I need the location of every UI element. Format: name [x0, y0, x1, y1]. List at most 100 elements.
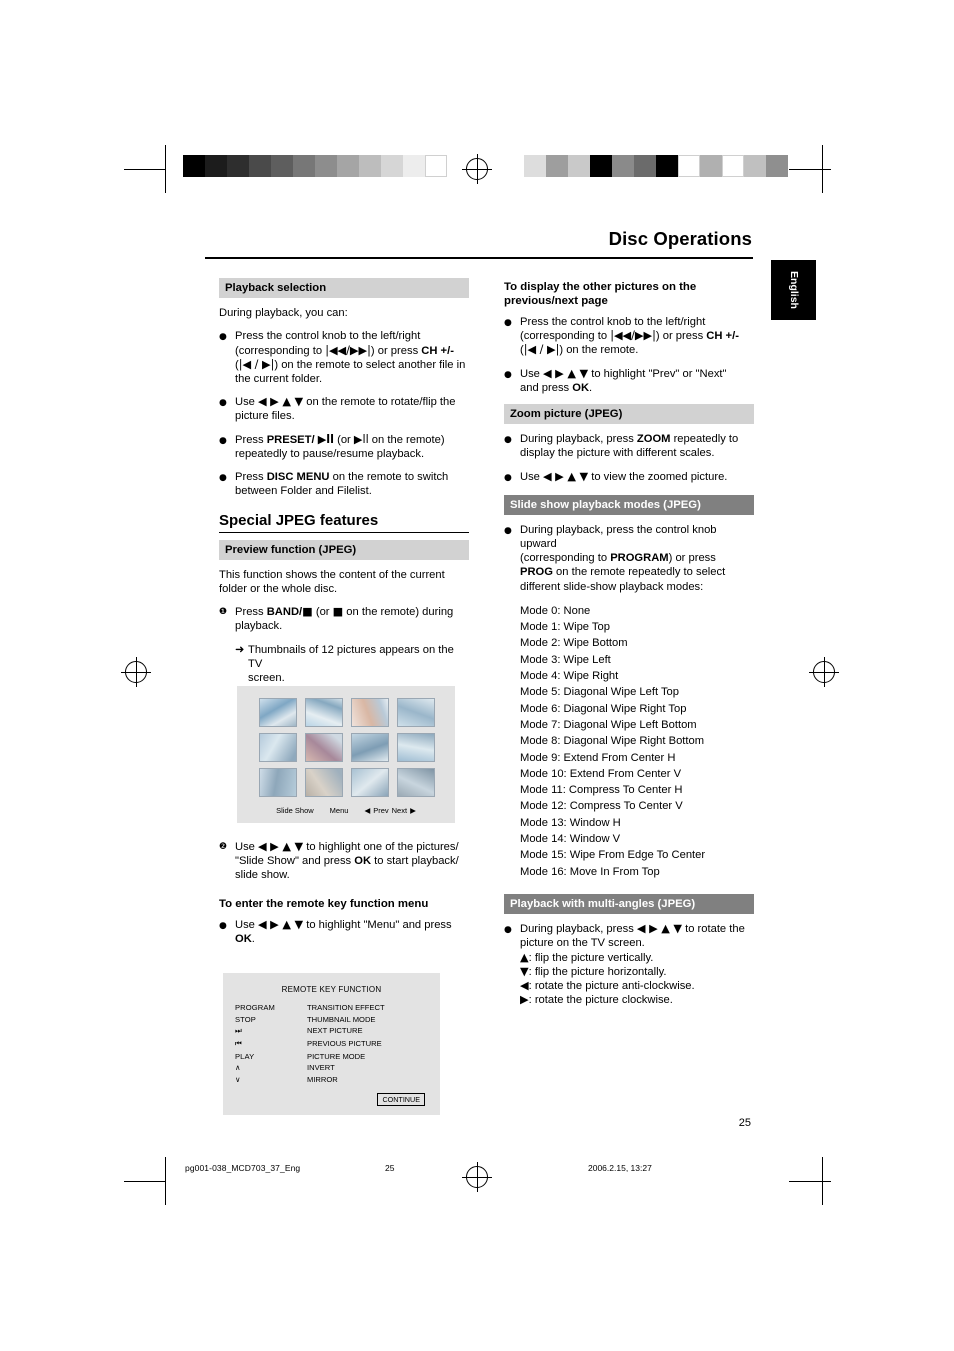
mode-item: Mode 4: Wipe Right [520, 670, 619, 683]
previous-picture-key-icon: ⏮ [235, 1039, 242, 1049]
bullet-icon: ● [219, 920, 227, 931]
key-cell: PLAY [235, 1051, 255, 1061]
list-item: ● During playback, press the control kno… [504, 523, 754, 594]
table-row: PLAY PICTURE MODE [235, 1050, 385, 1062]
registration-mark-left [121, 657, 151, 687]
bullet-icon: ● [504, 369, 512, 380]
crop-mark-bl-v [165, 1157, 166, 1205]
action-cell: NEXT PICTURE [307, 1026, 363, 1036]
step-text: Use ◀ ▶ ▲ ▼ to highlight one of the pict… [235, 840, 459, 882]
remote-key-function-figure: REMOTE KEY FUNCTION PROGRAM TRANSITION E… [223, 973, 440, 1115]
crop-mark-br-h [789, 1181, 831, 1182]
bullet-icon: ● [219, 435, 227, 446]
action-cell: PICTURE MODE [307, 1051, 366, 1061]
list-item-text: Use ◀ ▶ ▲ ▼ to highlight "Menu" and pres… [235, 917, 452, 945]
list-item-text: During playback, press ZOOM repeatedly t… [520, 433, 739, 460]
special-jpeg-heading: Special JPEG features [219, 512, 379, 530]
page-nav[interactable]: ◀ Prev Next ▶ [364, 806, 415, 815]
list-item: ● Use ◀ ▶ ▲ ▼ to view the zoomed picture… [504, 470, 754, 486]
list-item: ● Press the control knob to the left/rig… [219, 329, 469, 386]
action-cell: TRANSITION EFFECT [307, 1003, 385, 1013]
footer-filename: pg001-038_MCD703_37_Eng [185, 1163, 301, 1173]
table-row: STOP THUMBNAIL MODE [235, 1014, 385, 1026]
list-item-text: Use ◀ ▶ ▲ ▼ to view the zoomed picture. [520, 469, 728, 483]
mode-item: Mode 16: Move In From Top [520, 865, 660, 878]
step-number-icon: ❷ [219, 842, 228, 852]
slide-show-label[interactable]: Slide Show [276, 806, 314, 815]
step-text: Press BAND/■ (or ■ on the remote) during… [235, 605, 454, 633]
action-cell: PREVIOUS PICTURE [307, 1039, 382, 1049]
bullet-icon: ● [504, 435, 512, 446]
mode-item: Mode 7: Diagonal Wipe Left Bottom [520, 718, 697, 731]
list-item-text: Press the control knob to the left/right… [235, 330, 466, 386]
remote-key-menu-heading: To enter the remote key function menu [219, 897, 429, 910]
mode-item: Mode 3: Wipe Left [520, 653, 611, 666]
table-row: ⏮ PREVIOUS PICTURE [235, 1038, 385, 1051]
page-number: 25 [738, 1117, 751, 1129]
step-result-text: Thumbnails of 12 pictures appears on the… [248, 643, 454, 685]
prev-arrow-icon[interactable]: ◀ [364, 806, 370, 815]
key-cell: PROGRAM [235, 1003, 275, 1013]
thumbnail-grid [259, 698, 435, 797]
thumbnail-item [397, 733, 435, 762]
crop-mark-br-v [822, 1157, 823, 1205]
action-cell: MIRROR [307, 1074, 338, 1084]
remote-key-function-table: PROGRAM TRANSITION EFFECT STOP THUMBNAIL… [235, 1002, 385, 1085]
left-column: Playback selection During playback, you … [219, 278, 469, 694]
registration-mark-right [809, 657, 839, 687]
slide-show-modes-heading: Slide show playback modes (JPEG) [504, 494, 754, 515]
next-label[interactable]: Next [392, 806, 407, 815]
language-tab-label: English [787, 271, 800, 309]
mode-item: Mode 6: Diagonal Wipe Right Top [520, 702, 687, 715]
menu-label[interactable]: Menu [330, 806, 349, 815]
multi-angles-heading: Playback with multi-angles (JPEG) [504, 893, 754, 915]
table-row: ∨ MIRROR [235, 1074, 385, 1086]
special-jpeg-rule [219, 531, 469, 533]
mode-item: Mode 15: Wipe From Edge To Center [520, 849, 706, 862]
continue-button[interactable]: CONTINUE [377, 1093, 425, 1106]
list-item: ● Press PRESET/ ▶ll (or ▶ll on the remot… [219, 433, 469, 461]
list-item: ● Use ◀ ▶ ▲ ▼ to highlight "Menu" and pr… [219, 918, 469, 946]
page-title: Disc Operations [608, 228, 752, 249]
next-picture-key-icon: ⏭ [235, 1026, 242, 1036]
mode-item: Mode 0: None [520, 604, 591, 617]
bullet-icon: ● [504, 318, 512, 328]
thumbnail-item [351, 733, 389, 762]
table-row: ∧ INVERT [235, 1062, 385, 1074]
list-item: ● Press the control knob to the left/rig… [504, 315, 754, 358]
key-cell: STOP [235, 1014, 256, 1024]
footer-timestamp: 2006.2.15, 13:27 [588, 1163, 652, 1173]
playback-selection-heading: Playback selection [219, 278, 469, 299]
list-item-text: Press DISC MENU on the remote to switch b… [235, 471, 449, 498]
right-column: To display the other pictures on the prev… [504, 278, 754, 1016]
key-cell: ∧ [235, 1063, 241, 1073]
thumbnail-item [305, 733, 343, 762]
thumbnail-item [259, 768, 297, 797]
prev-label[interactable]: Prev [373, 806, 388, 815]
tv-preview-figure: Slide Show Menu ◀ Prev Next ▶ [237, 686, 455, 823]
list-item-text: During playback, press the control knob … [520, 523, 726, 593]
table-row: ⏭ NEXT PICTURE [235, 1025, 385, 1038]
manual-page: Disc Operations English Playback selecti… [0, 0, 954, 1351]
list-item-text: During playback, press ◀ ▶ ▲ ▼ to rotate… [520, 922, 745, 1007]
thumbnail-item [397, 768, 435, 797]
crop-mark-tl-v [165, 145, 166, 193]
next-arrow-icon[interactable]: ▶ [410, 806, 416, 815]
thumbnail-item [351, 698, 389, 727]
playback-selection-intro: During playback, you can: [219, 307, 348, 320]
zoom-picture-heading: Zoom picture (JPEG) [504, 404, 754, 425]
slide-show-mode-list: Mode 0: None Mode 1: Wipe Top Mode 2: Wi… [520, 603, 754, 880]
mode-item: Mode 2: Wipe Bottom [520, 637, 628, 650]
mode-item: Mode 13: Window H [520, 816, 621, 829]
thumbnail-item [259, 698, 297, 727]
list-item-text: Use ◀ ▶ ▲ ▼ on the remote to rotate/flip… [235, 395, 456, 423]
list-item: ● Press DISC MENU on the remote to switc… [219, 470, 469, 498]
mode-item: Mode 11: Compress To Center H [520, 784, 683, 797]
bullet-icon: ● [219, 332, 227, 343]
step-number-icon: ❶ [219, 607, 228, 618]
mode-item: Mode 8: Diagonal Wipe Right Bottom [520, 735, 705, 748]
left-column-lower: ❷ Use ◀ ▶ ▲ ▼ to highlight one of the pi… [219, 840, 469, 955]
action-cell: INVERT [307, 1063, 335, 1073]
crop-mark-bl-h [124, 1181, 166, 1182]
list-item: ● During playback, press ZOOM repeatedly… [504, 432, 754, 460]
